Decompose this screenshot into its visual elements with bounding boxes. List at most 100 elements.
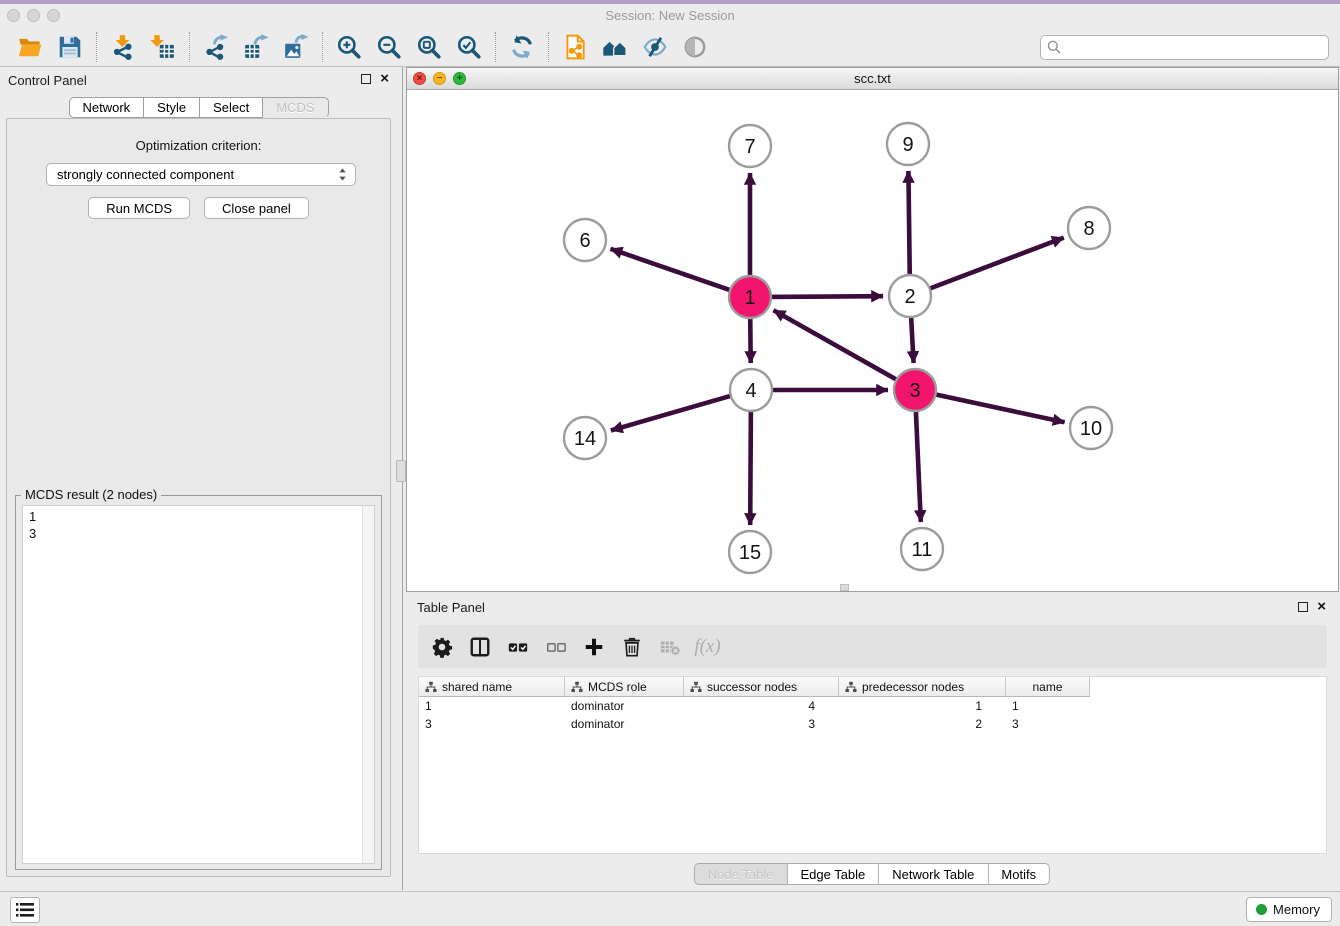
graph-node-8[interactable]: 8 [1068,207,1110,249]
hide-selected-icon[interactable] [639,31,671,63]
control-tab-network[interactable]: Network [68,97,144,118]
graph-edge-1-2[interactable] [767,296,883,297]
column-header-successor-nodes[interactable]: successor nodes [684,677,839,697]
table-tab-motifs[interactable]: Motifs [988,863,1050,885]
run-mcds-button[interactable]: Run MCDS [88,197,190,219]
show-hidden-icon[interactable] [679,31,711,63]
graph-node-4[interactable]: 4 [730,369,772,411]
control-tab-style[interactable]: Style [144,97,200,118]
task-history-button[interactable] [10,897,40,923]
graph-edge-1-4[interactable] [750,314,751,363]
graph-node-15[interactable]: 15 [729,531,771,573]
graph-edge-4-14[interactable] [611,395,735,431]
export-image-icon[interactable] [280,31,312,63]
open-folder-icon[interactable] [14,31,46,63]
table-cell[interactable]: 1 [419,699,565,715]
column-header-shared-name[interactable]: shared name [419,677,565,697]
graph-node-9[interactable]: 9 [887,123,929,165]
columns-icon[interactable] [465,632,494,661]
graph-node-label: 2 [904,286,915,308]
table-row[interactable]: 3dominator323 [419,717,1326,733]
graph-edge-1-6[interactable] [611,249,734,292]
graph-edge-3-11[interactable] [916,407,921,522]
mcds-result-list[interactable]: 13 [22,505,375,864]
column-header-name[interactable]: name [1006,677,1090,697]
table-tab-node-table[interactable]: Node Table [694,863,788,885]
control-panel: Control Panel × NetworkStyleSelectMCDS O… [0,67,397,890]
refresh-icon[interactable] [506,31,538,63]
graph-edge-2-9[interactable] [908,171,909,279]
table-cell[interactable]: 4 [684,699,839,715]
node-table[interactable]: shared nameMCDS rolesuccessor nodesprede… [418,676,1327,854]
graph-node-10[interactable]: 10 [1070,407,1112,449]
gear-icon[interactable] [427,632,456,661]
graph-edge-2-3[interactable] [911,313,914,363]
import-network-icon[interactable] [107,31,139,63]
first-neighbors-icon[interactable] [599,31,631,63]
graph-node-3[interactable]: 3 [894,369,936,411]
graph-node-7[interactable]: 7 [729,125,771,167]
zoom-fit-icon[interactable] [413,31,445,63]
window-title: Session: New Session [0,8,1340,23]
task-list-icon [16,902,34,918]
graph-node-11[interactable]: 11 [901,528,943,570]
search-box[interactable] [1040,35,1329,60]
table-cell[interactable]: 2 [839,717,1006,733]
memory-button[interactable]: Memory [1246,897,1332,922]
graph-edge-2-8[interactable] [926,238,1064,290]
import-table-icon[interactable] [147,31,179,63]
zoom-out-icon[interactable] [373,31,405,63]
table-cell[interactable]: 3 [419,717,565,733]
network-window-title: scc.txt [407,71,1338,86]
trash-icon[interactable] [617,632,646,661]
table-cell[interactable]: 3 [684,717,839,733]
graph-node-6[interactable]: 6 [564,219,606,261]
zoom-in-icon[interactable] [333,31,365,63]
control-tab-mcds[interactable]: MCDS [263,97,328,118]
export-network-icon[interactable] [200,31,232,63]
graph-edge-4-15[interactable] [750,407,751,525]
graph-node-label: 1 [744,287,755,309]
result-scrollbar[interactable] [362,506,374,863]
clear-selection-icon[interactable] [541,632,570,661]
table-cell[interactable]: dominator [565,717,684,733]
export-table-icon[interactable] [240,31,272,63]
graph-edge-3-1[interactable] [774,310,901,381]
selected-criterion-value: strongly connected component [57,167,338,182]
save-icon[interactable] [54,31,86,63]
table-row[interactable]: 1dominator411 [419,699,1326,715]
column-header-MCDS-role[interactable]: MCDS role [565,677,684,697]
graph-node-14[interactable]: 14 [564,417,606,459]
table-tab-edge-table[interactable]: Edge Table [787,863,879,885]
table-cell[interactable]: 1 [839,699,1006,715]
column-header-label: name [1032,680,1062,694]
close-panel-button[interactable]: Close panel [204,197,309,219]
optimization-criterion-select[interactable]: strongly connected component [46,163,356,186]
table-cell[interactable]: 1 [1006,699,1090,715]
float-panel-icon[interactable] [361,74,371,84]
graph-node-1[interactable]: 1 [729,276,771,318]
control-panel-tabs: NetworkStyleSelectMCDS [68,97,328,118]
new-network-from-selection-icon[interactable] [559,31,591,63]
add-icon[interactable] [579,632,608,661]
graph-edge-3-10[interactable] [932,394,1065,423]
search-input[interactable] [1063,36,1328,59]
main-toolbar [0,28,1340,67]
graph-node-2[interactable]: 2 [889,275,931,317]
close-table-panel-icon[interactable]: × [1317,600,1326,614]
zoom-selected-icon[interactable] [453,31,485,63]
table-cell[interactable]: 3 [1006,717,1090,733]
network-graph[interactable]: 7 9 6 8 1 2 4 3 14 10 15 11 [407,90,1338,591]
select-all-icon[interactable] [503,632,532,661]
network-resize-grip[interactable] [840,584,849,591]
table-tab-network-table[interactable]: Network Table [879,863,988,885]
network-window-titlebar[interactable]: ×−+ scc.txt [407,68,1338,90]
memory-label: Memory [1273,902,1320,917]
close-panel-icon[interactable]: × [380,72,389,86]
column-header-predecessor-nodes[interactable]: predecessor nodes [839,677,1006,697]
control-tab-select[interactable]: Select [200,97,263,118]
network-canvas[interactable]: 7 9 6 8 1 2 4 3 14 10 15 11 [407,90,1338,591]
vertical-splitter-handle[interactable] [396,460,406,482]
table-cell[interactable]: dominator [565,699,684,715]
float-table-panel-icon[interactable] [1298,602,1308,612]
